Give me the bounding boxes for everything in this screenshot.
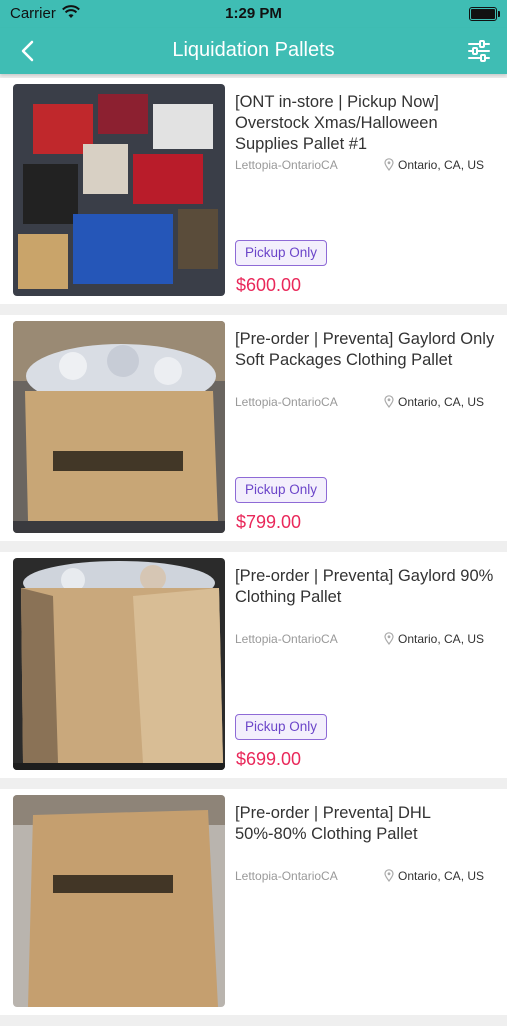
listing-card[interactable]: [Pre-order | Preventa] Gaylord Only Soft… bbox=[0, 315, 507, 541]
listing-card[interactable]: [Pre-order | Preventa] DHL 50%-80% Cloth… bbox=[0, 789, 507, 1015]
listing-list: [ONT in-store | Pickup Now] Overstock Xm… bbox=[0, 78, 507, 1026]
clock: 1:29 PM bbox=[225, 5, 282, 22]
listing-card[interactable]: [ONT in-store | Pickup Now] Overstock Xm… bbox=[0, 78, 507, 304]
listing-location: Ontario, CA, US bbox=[384, 395, 484, 409]
location-text: Ontario, CA, US bbox=[398, 395, 485, 409]
location-pin-icon bbox=[384, 632, 394, 645]
page-title: Liquidation Pallets bbox=[172, 39, 335, 61]
listing-price: $600.00 bbox=[236, 275, 302, 295]
listing-location: Ontario, CA, US bbox=[384, 869, 484, 883]
listing-location: Ontario, CA, US bbox=[384, 632, 484, 646]
nav-bar: Liquidation Pallets bbox=[0, 28, 507, 74]
pickup-badge: Pickup Only bbox=[235, 477, 328, 503]
listing-image[interactable] bbox=[13, 558, 225, 770]
listing-title[interactable]: [ONT in-store | Pickup Now] Overstock Xm… bbox=[235, 92, 497, 155]
seller-name: Lettopia-OntarioCA bbox=[235, 395, 338, 409]
listing-location: Ontario, CA, US bbox=[384, 158, 484, 172]
location-pin-icon bbox=[384, 869, 394, 882]
listing-card[interactable]: [Pre-order | Preventa] Gaylord 90% Cloth… bbox=[0, 552, 507, 778]
pickup-badge: Pickup Only bbox=[235, 240, 328, 266]
listing-image[interactable] bbox=[13, 84, 225, 296]
status-bar: Carrier 1:29 PM bbox=[0, 0, 507, 28]
location-text: Ontario, CA, US bbox=[398, 632, 485, 646]
listing-title[interactable]: [Pre-order | Preventa] Gaylord Only Soft… bbox=[235, 329, 497, 371]
battery-icon bbox=[469, 7, 500, 21]
seller-name: Lettopia-OntarioCA bbox=[235, 632, 338, 646]
listing-price: $699.00 bbox=[236, 749, 302, 769]
pickup-badge: Pickup Only bbox=[235, 714, 328, 740]
location-text: Ontario, CA, US bbox=[398, 158, 485, 172]
listing-title[interactable]: [Pre-order | Preventa] Gaylord 90% Cloth… bbox=[235, 566, 497, 608]
location-text: Ontario, CA, US bbox=[398, 869, 485, 883]
listing-image[interactable] bbox=[13, 321, 225, 533]
seller-name: Lettopia-OntarioCA bbox=[235, 869, 338, 883]
location-pin-icon bbox=[384, 158, 394, 171]
listing-price: $799.00 bbox=[236, 512, 302, 532]
seller-name: Lettopia-OntarioCA bbox=[235, 158, 338, 172]
sliders-icon[interactable] bbox=[465, 38, 493, 64]
listing-image[interactable] bbox=[13, 795, 225, 1007]
listing-title[interactable]: [Pre-order | Preventa] DHL 50%-80% Cloth… bbox=[235, 803, 497, 845]
location-pin-icon bbox=[384, 395, 394, 408]
